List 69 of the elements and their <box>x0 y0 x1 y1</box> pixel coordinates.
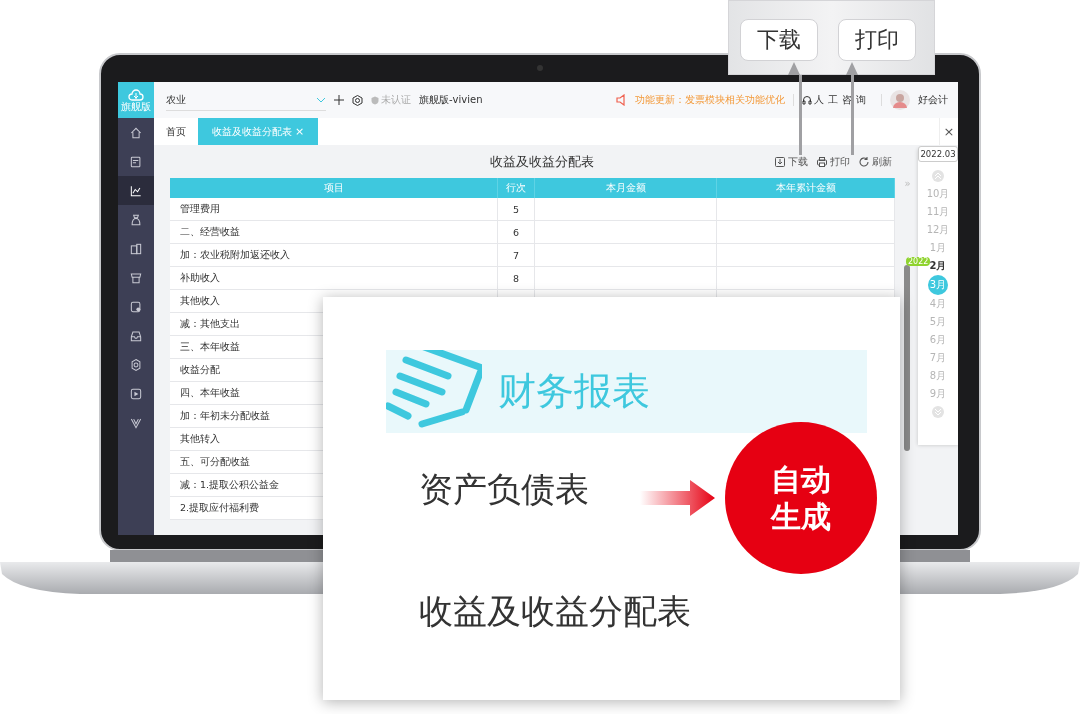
column-header: 本年累计金额 <box>717 178 895 198</box>
report-title: 收益及收益分配表 <box>490 152 594 171</box>
table-cell: 二、经营收益 <box>170 221 498 244</box>
support-button[interactable]: 人工咨询 <box>802 93 870 107</box>
refresh-icon <box>858 155 870 168</box>
table-cell: 7 <box>498 244 535 267</box>
column-header: 行次 <box>498 178 535 198</box>
settings-icon <box>129 357 143 372</box>
table-cell: 补助收入 <box>170 267 498 290</box>
date-field[interactable]: 2022.03 <box>918 146 958 162</box>
chart-icon <box>129 183 143 198</box>
download-button[interactable]: 下载 <box>774 154 808 169</box>
arrow-icon <box>640 478 715 519</box>
tab[interactable]: 收益及收益分配表 × <box>198 118 319 145</box>
tab[interactable]: 首页 <box>154 118 198 145</box>
store-icon <box>129 270 143 285</box>
month-item[interactable]: 1月 <box>927 239 949 257</box>
company-select[interactable]: 农业 <box>166 89 326 111</box>
month-item[interactable]: 5月 <box>927 313 949 331</box>
refresh-button[interactable]: 刷新 <box>858 154 892 169</box>
scrollbar-thumb[interactable] <box>904 265 910 451</box>
month-item[interactable]: 6月 <box>927 331 949 349</box>
print-button[interactable]: 打印 <box>816 154 850 169</box>
month-item[interactable]: 12月 <box>925 221 951 239</box>
month-item[interactable]: 9月 <box>927 385 949 403</box>
avatar[interactable] <box>890 90 910 110</box>
invoice-icon <box>129 299 143 314</box>
expand-button[interactable]: » <box>901 178 914 198</box>
callout-button[interactable]: 打印 <box>838 19 916 61</box>
column-header: 项目 <box>170 178 498 198</box>
month-item[interactable]: 10月 <box>925 185 951 203</box>
edition-label: 旗舰版-vivien <box>419 93 483 107</box>
month-item[interactable]: 7月 <box>927 349 949 367</box>
user-name[interactable]: 好会计 <box>918 93 948 107</box>
building-icon <box>129 241 143 256</box>
close-tab-button[interactable]: × <box>295 125 305 138</box>
plus-icon[interactable] <box>334 95 344 105</box>
table-cell: 加：农业税附加返还收入 <box>170 244 498 267</box>
verify-status: 未认证 <box>381 93 411 107</box>
headset-icon <box>802 95 812 105</box>
app-logo[interactable]: 旗舰版 <box>118 82 154 118</box>
speaker-icon <box>615 94 627 106</box>
table-cell: 管理费用 <box>170 198 498 221</box>
bag-icon <box>129 212 143 227</box>
printer-icon <box>816 155 828 168</box>
banner-title: 财务报表 <box>498 368 650 415</box>
shield-icon <box>371 95 379 105</box>
table-cell: 8 <box>498 267 535 290</box>
table-cell: 6 <box>498 221 535 244</box>
callout-button[interactable]: 下载 <box>740 19 818 61</box>
report-name: 收益及收益分配表 <box>418 589 692 633</box>
video-icon <box>129 386 143 401</box>
year-badge: 2022 <box>906 257 931 266</box>
sidebar-item[interactable] <box>118 176 154 205</box>
home-icon <box>129 125 143 140</box>
close-button[interactable]: × <box>939 118 958 145</box>
download-icon <box>774 155 786 168</box>
tray-icon <box>129 328 143 343</box>
notice-link[interactable]: 功能更新：发票模块相关功能优化 <box>635 93 785 107</box>
table-cell: 5 <box>498 198 535 221</box>
month-item[interactable]: 4月 <box>927 295 949 313</box>
month-item[interactable]: 11月 <box>925 203 951 221</box>
column-header: 本月金额 <box>535 178 717 198</box>
month-item[interactable]: 8月 <box>927 367 949 385</box>
auto-generate-badge: 自动 生成 <box>725 422 877 575</box>
month-item[interactable]: 3月 <box>928 275 948 295</box>
chevron-down-icon <box>316 96 326 103</box>
document-icon <box>129 154 143 169</box>
settings-icon[interactable] <box>352 94 363 106</box>
